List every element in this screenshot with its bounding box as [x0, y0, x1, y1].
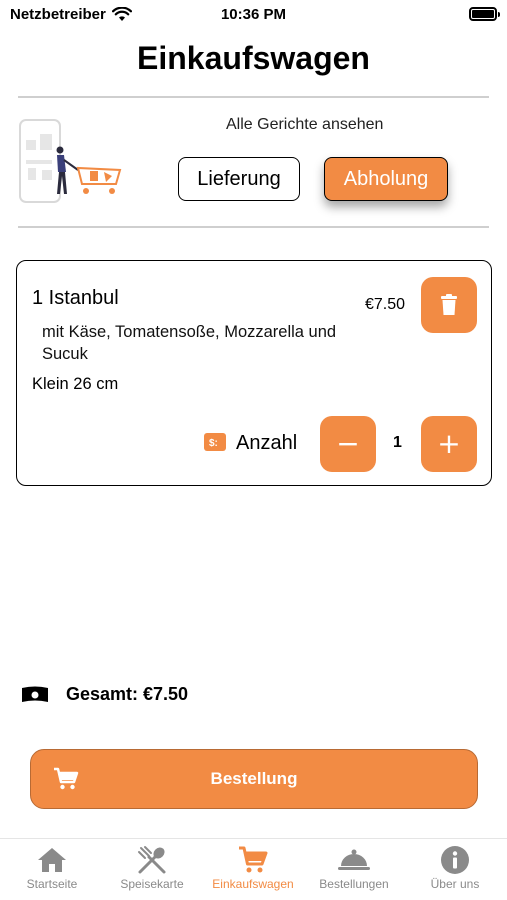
page-title: Einkaufswagen — [137, 40, 370, 76]
pickup-button[interactable]: Abholung — [324, 157, 448, 201]
tab-label: Bestellungen — [319, 877, 389, 891]
place-order-button[interactable]: Bestellung — [30, 749, 478, 809]
quantity-value: 1 — [393, 434, 402, 451]
cart-icon — [239, 846, 268, 873]
plus-icon: + — [437, 427, 461, 460]
delete-item-button[interactable] — [421, 277, 477, 333]
cutlery-icon — [138, 846, 166, 874]
tab-speisekarte[interactable]: Speisekarte — [102, 843, 202, 891]
item-price: €7.50 — [365, 296, 406, 313]
tab-label: Über uns — [430, 877, 480, 891]
cloche-icon — [338, 849, 370, 870]
tab-einkaufswagen[interactable]: Einkaufswagen — [203, 843, 303, 891]
status-bar: Netzbetreiber 10:36 PM — [0, 0, 507, 30]
minus-icon: − — [336, 427, 360, 460]
divider-middle — [18, 226, 489, 228]
tab-bar: Startseite Speisekarte Einkaufswagen Bes… — [0, 838, 507, 900]
battery-icon — [469, 7, 500, 21]
item-title: 1 Istanbul — [32, 287, 119, 309]
tab-bestellungen[interactable]: Bestellungen — [304, 843, 404, 891]
tab-label: Einkaufswagen — [212, 877, 294, 891]
info-icon — [441, 846, 469, 874]
quantity-label: Anzahl — [236, 432, 298, 454]
divider-top — [18, 96, 489, 98]
svg-text:$:: $: — [209, 438, 218, 448]
delivery-button[interactable]: Lieferung — [178, 157, 300, 201]
cart-item-card: 1 Istanbul mit Käse, Tomatensoße, Mozzar… — [16, 260, 492, 486]
total-label: Gesamt: €7.50 — [66, 684, 189, 704]
home-icon — [38, 848, 66, 872]
item-description: mit Käse, Tomatensoße, Mozzarella und Su… — [42, 323, 337, 363]
shopping-illustration — [19, 119, 122, 203]
increase-quantity-button[interactable]: + — [421, 416, 477, 472]
tab-startseite[interactable]: Startseite — [2, 843, 102, 891]
tab-label: Speisekarte — [120, 877, 184, 891]
order-total: Gesamt: €7.50 — [20, 684, 188, 705]
cash-icon — [22, 686, 48, 702]
money-tag-icon: $: — [204, 433, 226, 451]
trash-icon — [441, 294, 457, 315]
item-size: Klein 26 cm — [32, 375, 119, 393]
see-all-dishes-link[interactable]: Alle Gerichte ansehen — [226, 116, 383, 134]
decrease-quantity-button[interactable]: − — [320, 416, 376, 472]
tab-label: Startseite — [26, 877, 78, 891]
tab-ueber-uns[interactable]: Über uns — [405, 843, 505, 891]
status-time: 10:36 PM — [220, 6, 287, 23]
place-order-label: Bestellung — [210, 769, 298, 788]
